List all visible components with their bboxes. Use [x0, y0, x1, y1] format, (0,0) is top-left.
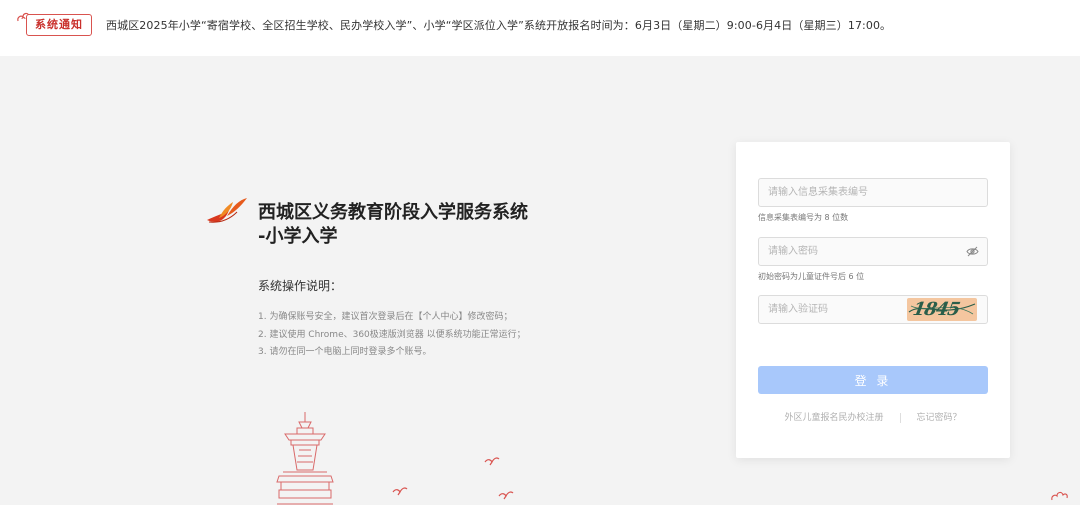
page-title-line1: 西城区义务教育阶段入学服务系统: [258, 202, 528, 223]
eye-slash-icon[interactable]: [966, 246, 979, 257]
form-number-hint: 信息采集表编号为 8 位数: [758, 213, 849, 222]
captcha-input[interactable]: [759, 296, 909, 323]
login-card: 信息采集表编号为 8 位数 初始密码为儿童证件号后 6 位 1845 登 录 外…: [736, 142, 1010, 458]
pagoda-decoration-icon: [276, 412, 334, 505]
instructions-list: 1. 为确保账号安全，建议首次登录后在【个人中心】修改密码； 2. 建议使用 C…: [258, 309, 526, 362]
cloud-decoration-icon: [1051, 491, 1068, 501]
password-input[interactable]: [759, 238, 987, 265]
bird-decoration-icon: [498, 491, 514, 500]
bird-decoration-icon: [484, 457, 500, 466]
password-hint: 初始密码为儿童证件号后 6 位: [758, 272, 865, 281]
bird-decoration-icon: [392, 487, 408, 496]
login-links: 外区儿童报名民办校注册 忘记密码？: [758, 410, 988, 423]
instructions-title: 系统操作说明：: [258, 279, 343, 293]
captcha-image[interactable]: 1845: [907, 298, 977, 321]
page-title-line2: -小学入学: [258, 226, 338, 247]
link-divider: [899, 412, 901, 423]
form-number-field[interactable]: [758, 178, 988, 207]
notice-text: 西城区2025年小学“寄宿学校、全区招生学校、民办学校入学”、小学“学区派位入学…: [106, 19, 892, 32]
instruction-item: 3. 请勿在同一个电脑上同时登录多个账号。: [258, 347, 432, 357]
forgot-password-link[interactable]: 忘记密码？: [917, 413, 962, 423]
password-field[interactable]: [758, 237, 988, 266]
register-link[interactable]: 外区儿童报名民办校注册: [784, 413, 883, 423]
login-button[interactable]: 登 录: [758, 366, 988, 394]
captcha-text: 1845: [911, 299, 961, 320]
form-number-input[interactable]: [759, 179, 987, 206]
notice-bar: 系统通知 西城区2025年小学“寄宿学校、全区招生学校、民办学校入学”、小学“学…: [0, 0, 1080, 56]
instruction-item: 1. 为确保账号安全，建议首次登录后在【个人中心】修改密码；: [258, 312, 513, 322]
page-title: 西城区义务教育阶段入学服务系统 -小学入学: [258, 201, 578, 249]
leaf-logo-icon: [207, 198, 247, 223]
instruction-item: 2. 建议使用 Chrome、360极速版浏览器 以便系统功能正常运行；: [258, 329, 526, 340]
captcha-field[interactable]: 1845: [758, 295, 988, 324]
notice-badge: 系统通知: [26, 14, 92, 36]
